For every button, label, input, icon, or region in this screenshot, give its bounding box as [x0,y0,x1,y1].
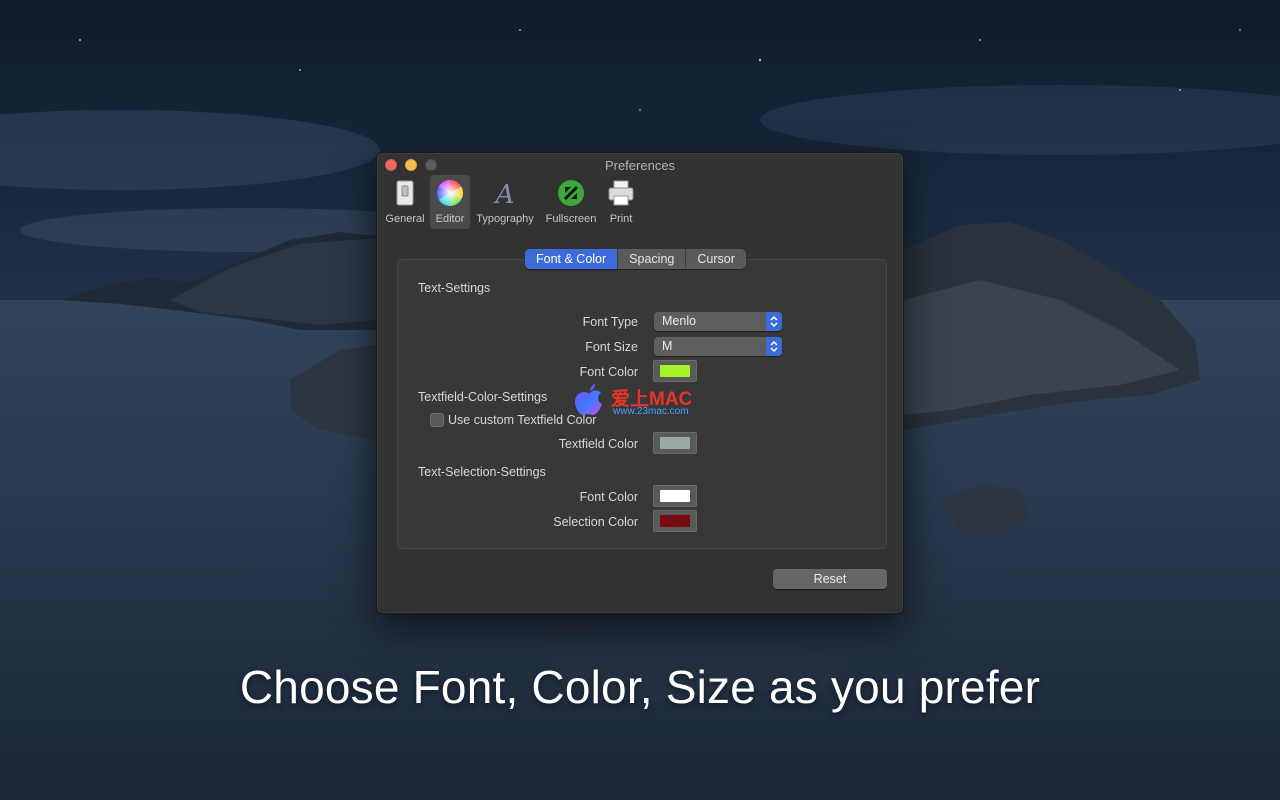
preferences-toolbar: General Editor A Typography Fullscreen P… [377,175,903,231]
font-type-popup[interactable]: Menlo [654,312,782,331]
font-type-value: Menlo [662,314,697,328]
reset-button[interactable]: Reset [773,569,887,589]
font-size-label: Font Size [585,340,638,354]
printer-icon [608,180,634,206]
watermark-url: www.23mac.com [613,406,689,417]
use-custom-textfield-color-checkbox[interactable] [430,413,444,427]
switch-icon [396,180,414,206]
tab-cursor[interactable]: Cursor [686,249,746,269]
textfield-settings-title: Textfield-Color-Settings [418,390,548,404]
toolbar-label: Typography [476,213,534,225]
title-bar[interactable]: Preferences [377,153,903,177]
toolbar-label: Editor [435,213,465,225]
tab-bar: Font & Color Spacing Cursor [525,249,746,269]
font-size-popup[interactable]: M [654,337,782,356]
font-color-fill [660,365,690,377]
font-size-value: M [662,339,673,353]
popup-arrow [766,337,782,356]
textfield-color-fill [660,437,690,449]
color-wheel-icon [436,179,464,207]
tab-font-color[interactable]: Font & Color [525,249,619,269]
selection-color-well[interactable] [653,510,697,532]
selection-font-color-label: Font Color [579,490,638,504]
selection-font-color-well[interactable] [653,485,697,507]
up-down-chevron-icon [770,315,778,328]
tab-spacing[interactable]: Spacing [618,249,687,269]
apple-logo-icon [575,384,602,415]
toolbar-item-typography[interactable]: A Typography [473,175,537,229]
window-title: Preferences [604,158,676,173]
selection-font-color-fill [660,490,690,502]
textfield-color-well[interactable] [653,432,697,454]
svg-text:A: A [494,180,515,208]
font-color-label: Font Color [579,365,638,379]
promo-caption: Choose Font, Color, Size as you prefer [239,661,1041,713]
popup-arrow [766,312,782,331]
typography-icon: A [494,180,515,208]
font-type-label: Font Type [582,315,638,329]
fullscreen-icon [558,180,584,206]
toolbar-item-fullscreen[interactable]: Fullscreen [541,175,601,229]
textfield-color-label: Textfield Color [558,437,638,451]
text-settings-title: Text-Settings [418,281,491,295]
toolbar-label: General [385,213,425,225]
selection-color-fill [660,515,690,527]
toolbar-item-editor[interactable]: Editor [430,175,470,229]
toolbar-label: Print [609,213,633,225]
selection-color-label: Selection Color [553,515,638,529]
toolbar-label: Fullscreen [545,213,597,225]
watermark: 爱上MAC www.23mac.com [573,383,713,423]
up-down-chevron-icon [770,340,778,353]
text-selection-settings-title: Text-Selection-Settings [418,465,546,479]
toolbar-item-print[interactable]: Print [603,175,639,229]
toolbar-item-general[interactable]: General [383,175,427,229]
font-color-well[interactable] [653,360,697,382]
